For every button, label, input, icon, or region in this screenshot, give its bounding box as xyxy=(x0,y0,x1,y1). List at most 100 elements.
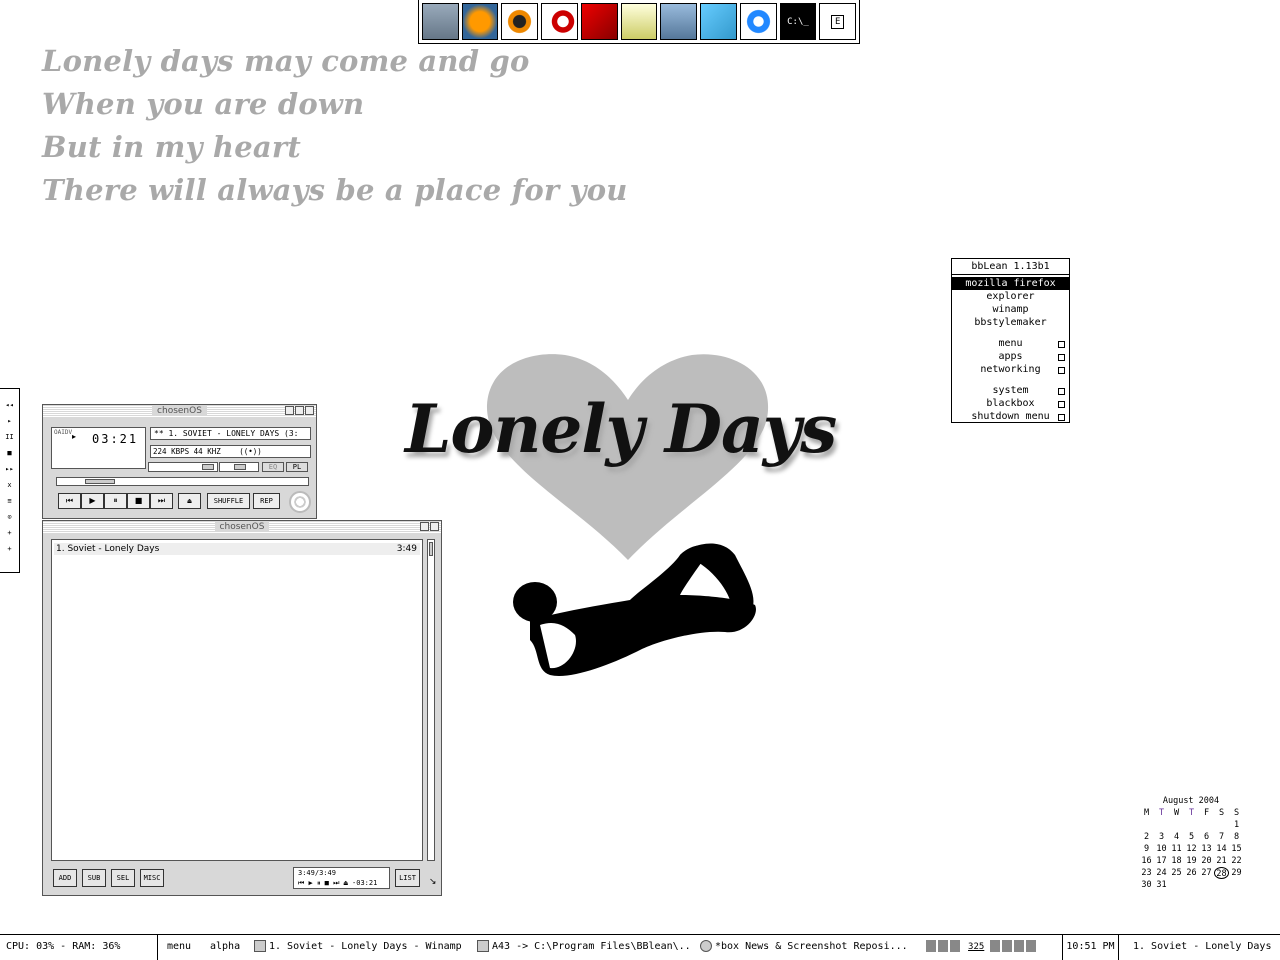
calendar-day[interactable]: 21 xyxy=(1214,855,1229,867)
playlist-scrollbar[interactable] xyxy=(427,539,435,861)
dock-list-button[interactable]: ≡ xyxy=(7,493,11,509)
reason-icon[interactable] xyxy=(501,3,539,40)
submenu-shutdown[interactable]: shutdown menu xyxy=(952,410,1069,423)
calendar-day[interactable]: 7 xyxy=(1214,831,1229,843)
add-button[interactable]: ADD xyxy=(53,869,77,887)
submenu-menu[interactable]: menu xyxy=(952,337,1069,350)
menu-item-winamp[interactable]: winamp xyxy=(952,303,1069,316)
play-button[interactable]: ▶ xyxy=(81,493,104,509)
dock-option-button[interactable]: ⊙ xyxy=(7,509,11,525)
calendar-day[interactable]: 26 xyxy=(1184,867,1199,879)
list-button[interactable]: LIST xyxy=(395,869,420,887)
close-button[interactable] xyxy=(305,406,314,415)
dock-close-button[interactable]: x xyxy=(7,477,11,493)
balance-slider[interactable] xyxy=(219,462,259,472)
tray-icon[interactable] xyxy=(950,940,960,952)
calendar-day[interactable] xyxy=(1184,819,1199,831)
calendar-day[interactable]: 17 xyxy=(1154,855,1169,867)
tray-icon[interactable] xyxy=(1002,940,1013,952)
next-button[interactable]: ⏭ xyxy=(150,493,173,509)
playlist-close-button[interactable] xyxy=(430,522,439,531)
firefox-icon[interactable] xyxy=(461,3,499,40)
pl-toggle-button[interactable]: PL xyxy=(286,462,308,472)
minimize-button[interactable] xyxy=(285,406,294,415)
calendar-day[interactable]: 8 xyxy=(1229,831,1244,843)
dock-stop-button[interactable]: ■ xyxy=(7,445,11,461)
submenu-networking[interactable]: networking xyxy=(952,363,1069,376)
previous-button[interactable]: ⏮ xyxy=(58,493,81,509)
notepad-icon[interactable] xyxy=(660,3,698,40)
e-box-icon[interactable]: E xyxy=(819,3,857,40)
calendar-day[interactable]: 4 xyxy=(1169,831,1184,843)
cubase-icon[interactable] xyxy=(541,3,578,40)
eq-toggle-button[interactable]: EQ xyxy=(262,462,284,472)
pause-button[interactable]: ⏸ xyxy=(104,493,127,509)
tray-icon[interactable] xyxy=(990,940,1001,952)
playlist-entry[interactable]: 1. Soviet - Lonely Days 3:49 xyxy=(54,543,420,555)
seek-thumb[interactable] xyxy=(85,479,115,484)
calendar-day[interactable]: 30 xyxy=(1139,879,1154,891)
shuffle-button[interactable]: SHUFFLE xyxy=(207,493,250,509)
calendar-day[interactable]: 13 xyxy=(1199,843,1214,855)
dock-pause-button[interactable]: II xyxy=(5,429,13,445)
calendar-day[interactable]: 31 xyxy=(1154,879,1169,891)
playlist-scroll-thumb[interactable] xyxy=(429,542,433,556)
workspace-label[interactable]: alpha xyxy=(210,935,240,960)
sub-button[interactable]: SUB xyxy=(82,869,106,887)
calendar-day[interactable]: 10 xyxy=(1154,843,1169,855)
calendar-day[interactable]: 18 xyxy=(1169,855,1184,867)
playlist-titlebar[interactable]: chosenOS xyxy=(43,521,441,533)
balance-thumb[interactable] xyxy=(234,464,246,470)
calendar-day[interactable]: 11 xyxy=(1169,843,1184,855)
calendar-day[interactable]: 14 xyxy=(1214,843,1229,855)
seek-bar[interactable] xyxy=(56,477,309,486)
tray-icon[interactable] xyxy=(926,940,936,952)
calendar-day[interactable]: 3 xyxy=(1154,831,1169,843)
sel-button[interactable]: SEL xyxy=(111,869,135,887)
menu-button[interactable]: menu xyxy=(167,935,191,960)
time-display[interactable]: OAIDV ▸ 03:21 xyxy=(51,427,146,469)
volume-slider[interactable] xyxy=(148,462,218,472)
shade-button[interactable] xyxy=(295,406,304,415)
calendar-day[interactable]: 28 xyxy=(1214,867,1229,879)
submenu-blackbox[interactable]: blackbox xyxy=(952,397,1069,410)
winamp-titlebar[interactable]: chosenOS xyxy=(43,405,316,417)
eject-button[interactable]: ⏏ xyxy=(178,493,201,509)
calendar-day[interactable]: 25 xyxy=(1169,867,1184,879)
calendar-day[interactable] xyxy=(1169,819,1184,831)
task-explorer[interactable]: A43 -> C:\Program Files\BBlean\... xyxy=(477,935,692,960)
registry-icon[interactable] xyxy=(700,3,737,40)
task-winamp[interactable]: 1. Soviet - Lonely Days - Winamp xyxy=(254,935,469,960)
calendar-day[interactable]: 22 xyxy=(1229,855,1244,867)
task-firefox[interactable]: *box News & Screenshot Reposi... xyxy=(700,935,918,960)
calendar-day[interactable]: 9 xyxy=(1139,843,1154,855)
dock-play-button[interactable]: ▸ xyxy=(7,413,11,429)
calendar-day[interactable]: 19 xyxy=(1184,855,1199,867)
playlist-area[interactable]: 1. Soviet - Lonely Days 3:49 xyxy=(51,539,423,861)
resize-grip-icon[interactable]: ↘ xyxy=(429,877,437,887)
calendar-day[interactable]: 29 xyxy=(1229,867,1244,879)
clock[interactable]: 10:51 PM xyxy=(1062,935,1119,960)
volume-thumb[interactable] xyxy=(202,464,214,470)
song-title-display[interactable]: ** 1. SOVIET - LONELY DAYS (3: xyxy=(150,427,311,440)
calendar-day[interactable] xyxy=(1199,819,1214,831)
tray-counter[interactable]: 325 xyxy=(968,942,984,952)
calendar-day[interactable]: 6 xyxy=(1199,831,1214,843)
winamp-logo-icon[interactable] xyxy=(289,491,311,513)
calendar-day[interactable]: 12 xyxy=(1184,843,1199,855)
dock-next-button[interactable]: ▸▸ xyxy=(5,461,13,477)
calendar-day[interactable]: 2 xyxy=(1139,831,1154,843)
calendar-day[interactable] xyxy=(1139,819,1154,831)
submenu-apps[interactable]: apps xyxy=(952,350,1069,363)
menu-item-firefox[interactable]: mozilla firefox xyxy=(952,277,1069,290)
command-prompt-icon[interactable]: C:\_ xyxy=(779,3,817,40)
calendar-day[interactable]: 23 xyxy=(1139,867,1154,879)
playlist-shade-button[interactable] xyxy=(420,522,429,531)
calendar-day[interactable]: 24 xyxy=(1154,867,1169,879)
calendar-day[interactable] xyxy=(1214,819,1229,831)
repeat-button[interactable]: REP xyxy=(253,493,280,509)
tray-icon[interactable] xyxy=(938,940,948,952)
menu-title[interactable]: bbLean 1.13b1 xyxy=(952,259,1069,275)
dock-volume-down-button[interactable]: + xyxy=(7,541,11,557)
paint-icon[interactable] xyxy=(620,3,658,40)
